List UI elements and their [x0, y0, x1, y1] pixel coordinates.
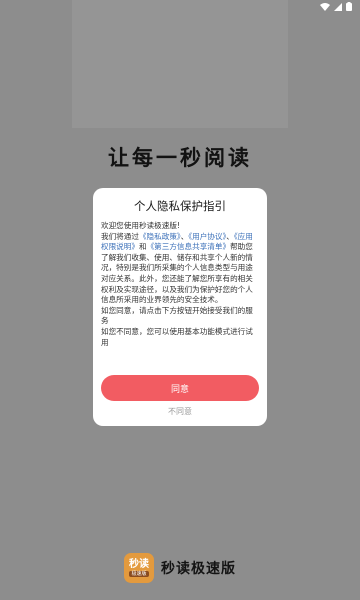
agree-instruction-text: 如您同意，请点击下方按钮开始接受我们的服务 — [101, 305, 253, 326]
third-party-sharing-link[interactable]: 《第三方信息共享清单》 — [147, 242, 231, 251]
splash-screen: 让每一秒阅读 个人隐私保护指引 欢迎您使用秒读极速版! 我们将通过《隐私政策》 、… — [0, 0, 360, 600]
status-icons — [320, 2, 352, 11]
privacy-policy-link[interactable]: 《隐私政策》 — [139, 232, 181, 241]
disagree-instruction-text: 如您不同意，您可以使用基本功能模式进行试用 — [101, 326, 253, 347]
app-icon-text: 秒读 — [129, 559, 149, 570]
user-agreement-link[interactable]: 《用户协议》 — [188, 232, 226, 241]
brand-footer: 秒读 极速版 秒读极速版 — [0, 553, 360, 583]
signal-icon — [334, 2, 342, 11]
dialog-title: 个人隐私保护指引 — [134, 199, 226, 213]
disagree-button[interactable]: 不同意 — [101, 406, 259, 417]
app-logo-icon: 秒读 极速版 — [124, 553, 154, 583]
splash-image-area — [72, 0, 288, 128]
privacy-dialog: 个人隐私保护指引 欢迎您使用秒读极速版! 我们将通过《隐私政策》、《用户协议》、… — [93, 188, 267, 426]
battery-icon — [346, 2, 352, 11]
and-text: 和 — [138, 242, 147, 252]
policy-description-text: 帮助您了解我们收集、使用、储存和共享个人新的情况，特别是我们所采集的个人信息类型… — [101, 242, 253, 305]
agree-button[interactable]: 同意 — [101, 375, 259, 401]
wifi-icon — [320, 2, 330, 11]
policy-paragraph: 我们将通过《隐私政策》、《用户协议》、《应用权限说明》和《第三方信息共享清单》帮… — [101, 232, 259, 306]
welcome-text: 欢迎您使用秒读极速版! — [101, 221, 180, 230]
slogan: 让每一秒阅读 — [108, 146, 252, 170]
separator-text: 、 — [226, 231, 234, 241]
dialog-body: 欢迎您使用秒读极速版! 我们将通过《隐私政策》、《用户协议》、《应用权限说明》和… — [101, 221, 259, 348]
app-icon-subtext: 极速版 — [129, 571, 149, 577]
policy-intro-text: 我们将通过 — [101, 231, 139, 241]
app-name: 秒读极速版 — [161, 561, 236, 577]
